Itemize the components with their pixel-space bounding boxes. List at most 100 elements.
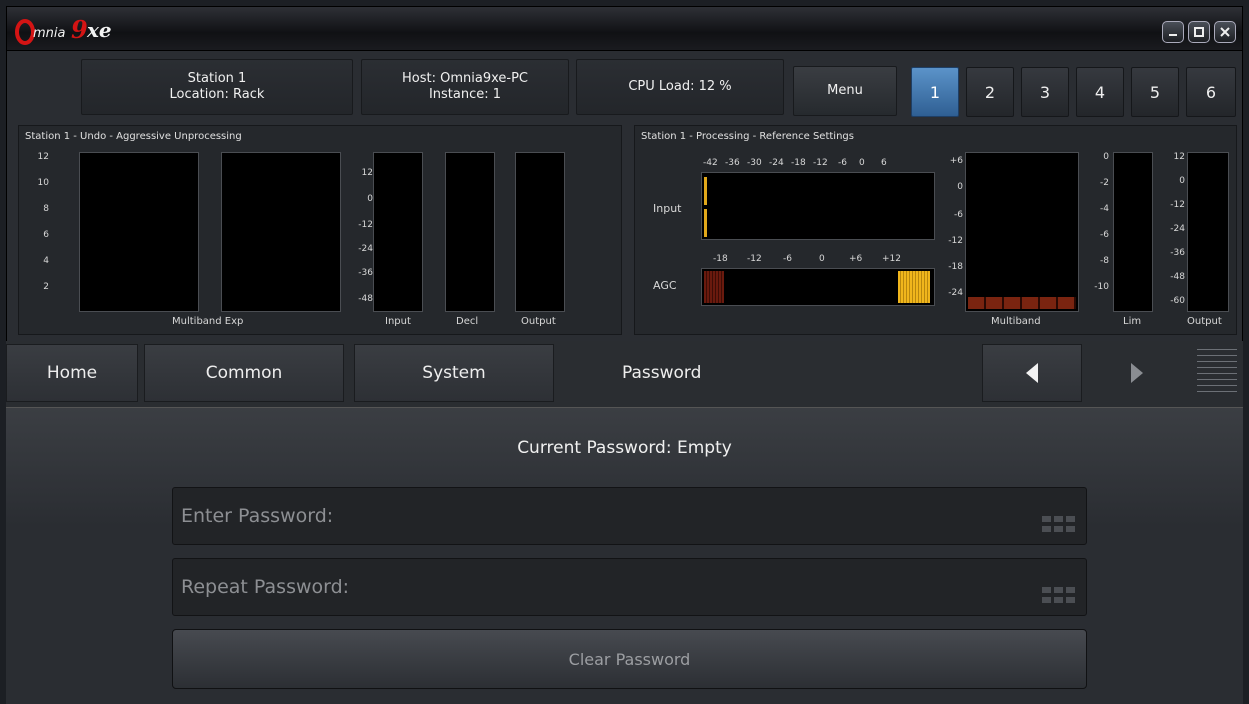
- scale-tick: 4: [43, 256, 49, 266]
- preset-button-1[interactable]: 1: [911, 67, 959, 117]
- scale-tick: -6: [954, 210, 963, 220]
- svg-text:xe: xe: [86, 18, 112, 42]
- nav-back-button[interactable]: [982, 344, 1082, 402]
- nav-common[interactable]: Common: [144, 344, 344, 402]
- undo-meter-panel: Station 1 - Undo - Aggressive Unprocessi…: [18, 125, 622, 335]
- lim-scale: 0 -2 -4 -6 -8 -10: [1081, 152, 1109, 302]
- preset-label: 3: [1039, 82, 1051, 102]
- scale-tick: 8: [43, 204, 49, 214]
- agc-meter: [701, 268, 935, 306]
- menu-button[interactable]: Menu: [793, 66, 897, 116]
- scale-tick: +6: [949, 156, 963, 166]
- enter-password-input[interactable]: [173, 505, 993, 527]
- nav-common-label: Common: [205, 363, 283, 383]
- station-name: Station 1: [187, 71, 247, 86]
- preset-button-6[interactable]: 6: [1186, 67, 1236, 117]
- nav-home[interactable]: Home: [6, 344, 138, 402]
- input-level-bar-l: [704, 177, 707, 205]
- scale-tick: -10: [1094, 282, 1109, 292]
- enter-password-field[interactable]: [172, 487, 1087, 545]
- scale-tick: 6: [43, 230, 49, 240]
- repeat-password-input[interactable]: [173, 576, 993, 598]
- multiband-exp-label: Multiband Exp: [172, 316, 244, 327]
- scale-tick: -48: [1170, 272, 1185, 282]
- preset-button-4[interactable]: 4: [1076, 67, 1124, 117]
- arrow-left-icon: [1026, 363, 1038, 383]
- processing-panel-title: Station 1 - Processing - Reference Setti…: [641, 131, 854, 142]
- scale-tick: -2: [1100, 178, 1109, 188]
- preset-button-2[interactable]: 2: [966, 67, 1014, 117]
- scale-tick: -12: [358, 220, 373, 230]
- undo-panel-title: Station 1 - Undo - Aggressive Unprocessi…: [25, 131, 242, 142]
- scale-tick: 12: [37, 152, 49, 162]
- scale-tick: 6: [881, 158, 887, 168]
- lim-meter: [1113, 152, 1153, 312]
- input-label: Input: [385, 316, 411, 327]
- omnia-logo: mnia 9 xe: [13, 17, 131, 45]
- minimize-icon: [1169, 34, 1177, 36]
- scale-tick: -60: [1170, 296, 1185, 306]
- scale-tick: +12: [882, 254, 901, 264]
- repeat-password-field[interactable]: [172, 558, 1087, 616]
- multiband-gain-bars: [968, 297, 1076, 309]
- scale-tick: -6: [783, 254, 792, 264]
- scale-tick: 0: [957, 182, 963, 192]
- nav-forward-button[interactable]: [1130, 344, 1144, 402]
- multiband-exp-meter-1: [79, 152, 199, 312]
- svg-text:mnia: mnia: [33, 26, 66, 41]
- host-info: Host: Omnia9xe-PC Instance: 1: [361, 59, 569, 115]
- level-scale: 12 0 -12 -24 -36 -48: [347, 168, 373, 318]
- minimize-button[interactable]: [1162, 21, 1184, 43]
- multiband-meter: [965, 152, 1079, 312]
- nav-password[interactable]: Password: [622, 344, 701, 402]
- scale-tick: -12: [948, 236, 963, 246]
- scale-tick: -36: [1170, 248, 1185, 258]
- keypad-icon[interactable]: [1042, 516, 1078, 536]
- keypad-icon[interactable]: [1042, 587, 1078, 607]
- processing-meter-panel: Station 1 - Processing - Reference Setti…: [634, 125, 1237, 335]
- preset-label: 4: [1094, 82, 1106, 102]
- nav-password-label: Password: [622, 363, 702, 383]
- scale-tick: 0: [859, 158, 865, 168]
- scale-tick: -30: [747, 158, 762, 168]
- scale-tick: -48: [358, 294, 373, 304]
- scale-tick: 2: [43, 282, 49, 292]
- scale-tick: -24: [1170, 224, 1185, 234]
- scale-tick: -12: [747, 254, 762, 264]
- output-scale: 12 0 -12 -24 -36 -48 -60: [1159, 152, 1185, 322]
- scale-tick: -4: [1100, 204, 1109, 214]
- preset-button-5[interactable]: 5: [1131, 67, 1179, 117]
- menu-label: Menu: [827, 83, 863, 98]
- close-icon: [1220, 27, 1230, 37]
- maximize-button[interactable]: [1188, 21, 1210, 43]
- instance-number: Instance: 1: [428, 87, 502, 102]
- scale-tick: -12: [813, 158, 828, 168]
- preset-button-3[interactable]: 3: [1021, 67, 1069, 117]
- nav-system-label: System: [422, 363, 486, 383]
- menu-lines-icon[interactable]: [1197, 349, 1237, 399]
- current-password-status: Current Password: Empty: [517, 438, 732, 458]
- scale-tick: -18: [948, 262, 963, 272]
- clear-password-button[interactable]: Clear Password: [172, 629, 1087, 689]
- output-label: Output: [521, 316, 556, 327]
- station-location: Location: Rack: [169, 87, 265, 102]
- output-level-meter: [1187, 152, 1229, 312]
- cpu-load-text: CPU Load: 12 %: [628, 79, 732, 94]
- lim-label: Lim: [1123, 316, 1142, 327]
- preset-label: 2: [984, 82, 996, 102]
- title-bar: mnia 9 xe: [7, 7, 1242, 51]
- scale-tick: -24: [948, 288, 963, 298]
- close-button[interactable]: [1214, 21, 1236, 43]
- clear-password-label: Clear Password: [568, 649, 691, 669]
- scale-tick: -8: [1100, 256, 1109, 266]
- scale-tick: -6: [1100, 230, 1109, 240]
- scale-tick: -36: [358, 268, 373, 278]
- nav-system[interactable]: System: [354, 344, 554, 402]
- agc-level-bar: [898, 271, 930, 303]
- password-page: Current Password: Empty Clear Password: [6, 407, 1243, 704]
- scale-tick: 12: [361, 168, 373, 178]
- scale-tick: 10: [37, 178, 49, 188]
- input-level-bar-r: [704, 209, 707, 237]
- input-level-meter: [701, 172, 935, 240]
- preset-label: 6: [1205, 82, 1217, 102]
